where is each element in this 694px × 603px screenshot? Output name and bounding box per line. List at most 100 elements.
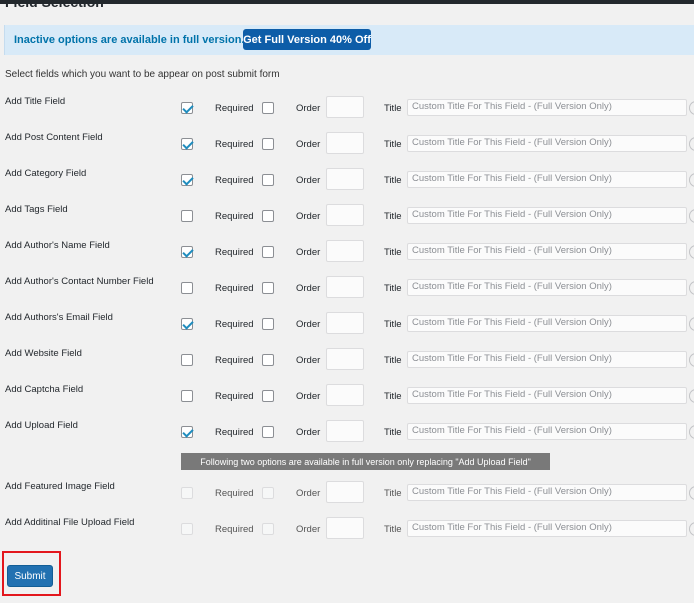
field-row: Add Author's Contact Number Field Requir… — [0, 276, 694, 312]
field-label: Add Additinal File Upload Field — [5, 517, 135, 528]
custom-title-input[interactable]: Custom Title For This Field - (Full Vers… — [407, 135, 687, 152]
title-label: Title — [384, 139, 402, 150]
required-checkbox[interactable] — [262, 246, 274, 258]
order-input[interactable] — [326, 240, 364, 262]
required-label: Required — [215, 488, 254, 499]
field-label: Add Website Field — [5, 348, 82, 359]
required-checkbox[interactable] — [262, 390, 274, 402]
field-row: Add Authors's Email Field Required Order… — [0, 312, 694, 348]
help-icon — [689, 281, 694, 295]
field-row: Add Website Field Required Order Title C… — [0, 348, 694, 384]
required-label: Required — [215, 283, 254, 294]
get-full-version-button[interactable]: Get Full Version 40% Off — [243, 29, 371, 50]
order-label: Order — [296, 247, 321, 258]
enable-field-checkbox[interactable] — [181, 282, 193, 294]
custom-title-input[interactable]: Custom Title For This Field - (Full Vers… — [407, 484, 687, 501]
enable-field-checkbox[interactable] — [181, 523, 193, 535]
required-checkbox[interactable] — [262, 282, 274, 294]
required-checkbox[interactable] — [262, 318, 274, 330]
custom-title-input[interactable]: Custom Title For This Field - (Full Vers… — [407, 387, 687, 404]
field-row: Add Upload Field Required Order Title Cu… — [0, 420, 694, 456]
order-input[interactable] — [326, 481, 364, 503]
order-input[interactable] — [326, 276, 364, 298]
field-label: Add Title Field — [5, 96, 66, 107]
order-input[interactable] — [326, 517, 364, 539]
required-label: Required — [215, 427, 254, 438]
field-row: Add Title Field Required Order Title Cus… — [0, 96, 694, 132]
custom-title-input[interactable]: Custom Title For This Field - (Full Vers… — [407, 207, 687, 224]
order-input[interactable] — [326, 204, 364, 226]
required-checkbox[interactable] — [262, 102, 274, 114]
enable-field-checkbox[interactable] — [181, 426, 193, 438]
help-icon — [689, 486, 694, 500]
submit-button[interactable]: Submit — [7, 565, 53, 587]
required-checkbox[interactable] — [262, 138, 274, 150]
enable-field-checkbox[interactable] — [181, 487, 193, 499]
help-icon — [689, 137, 694, 151]
order-label: Order — [296, 391, 321, 402]
help-icon — [689, 245, 694, 259]
title-label: Title — [384, 524, 402, 535]
title-label: Title — [384, 283, 402, 294]
field-label: Add Category Field — [5, 168, 87, 179]
title-label: Title — [384, 355, 402, 366]
order-label: Order — [296, 139, 321, 150]
enable-field-checkbox[interactable] — [181, 354, 193, 366]
help-icon — [689, 389, 694, 403]
required-label: Required — [215, 139, 254, 150]
required-checkbox[interactable] — [262, 174, 274, 186]
enable-field-checkbox[interactable] — [181, 390, 193, 402]
order-label: Order — [296, 355, 321, 366]
enable-field-checkbox[interactable] — [181, 246, 193, 258]
order-label: Order — [296, 103, 321, 114]
title-label: Title — [384, 488, 402, 499]
required-checkbox[interactable] — [262, 354, 274, 366]
custom-title-input[interactable]: Custom Title For This Field - (Full Vers… — [407, 315, 687, 332]
title-label: Title — [384, 211, 402, 222]
order-input[interactable] — [326, 420, 364, 442]
order-input[interactable] — [326, 168, 364, 190]
custom-title-input[interactable]: Custom Title For This Field - (Full Vers… — [407, 99, 687, 116]
field-row: Add Tags Field Required Order Title Cust… — [0, 204, 694, 240]
order-input[interactable] — [326, 96, 364, 118]
required-label: Required — [215, 319, 254, 330]
order-input[interactable] — [326, 312, 364, 334]
field-label: Add Tags Field — [5, 204, 68, 215]
enable-field-checkbox[interactable] — [181, 174, 193, 186]
field-row: Add Captcha Field Required Order Title C… — [0, 384, 694, 420]
title-label: Title — [384, 391, 402, 402]
enable-field-checkbox[interactable] — [181, 138, 193, 150]
field-row: Add Author's Name Field Required Order T… — [0, 240, 694, 276]
custom-title-input[interactable]: Custom Title For This Field - (Full Vers… — [407, 423, 687, 440]
required-label: Required — [215, 103, 254, 114]
enable-field-checkbox[interactable] — [181, 210, 193, 222]
full-version-note: Following two options are available in f… — [181, 453, 550, 470]
section-title: Field Selection — [5, 0, 104, 10]
order-label: Order — [296, 175, 321, 186]
help-icon — [689, 101, 694, 115]
required-checkbox[interactable] — [262, 523, 274, 535]
custom-title-input[interactable]: Custom Title For This Field - (Full Vers… — [407, 243, 687, 260]
required-checkbox[interactable] — [262, 210, 274, 222]
order-label: Order — [296, 427, 321, 438]
custom-title-input[interactable]: Custom Title For This Field - (Full Vers… — [407, 171, 687, 188]
required-label: Required — [215, 391, 254, 402]
title-label: Title — [384, 427, 402, 438]
order-label: Order — [296, 524, 321, 535]
required-label: Required — [215, 247, 254, 258]
custom-title-input[interactable]: Custom Title For This Field - (Full Vers… — [407, 279, 687, 296]
custom-title-input[interactable]: Custom Title For This Field - (Full Vers… — [407, 351, 687, 368]
order-input[interactable] — [326, 384, 364, 406]
order-label: Order — [296, 319, 321, 330]
help-icon — [689, 173, 694, 187]
required-checkbox[interactable] — [262, 426, 274, 438]
field-row: Add Post Content Field Required Order Ti… — [0, 132, 694, 168]
field-label: Add Author's Contact Number Field — [5, 276, 154, 287]
required-checkbox[interactable] — [262, 487, 274, 499]
order-label: Order — [296, 283, 321, 294]
order-input[interactable] — [326, 348, 364, 370]
custom-title-input[interactable]: Custom Title For This Field - (Full Vers… — [407, 520, 687, 537]
enable-field-checkbox[interactable] — [181, 318, 193, 330]
order-input[interactable] — [326, 132, 364, 154]
enable-field-checkbox[interactable] — [181, 102, 193, 114]
